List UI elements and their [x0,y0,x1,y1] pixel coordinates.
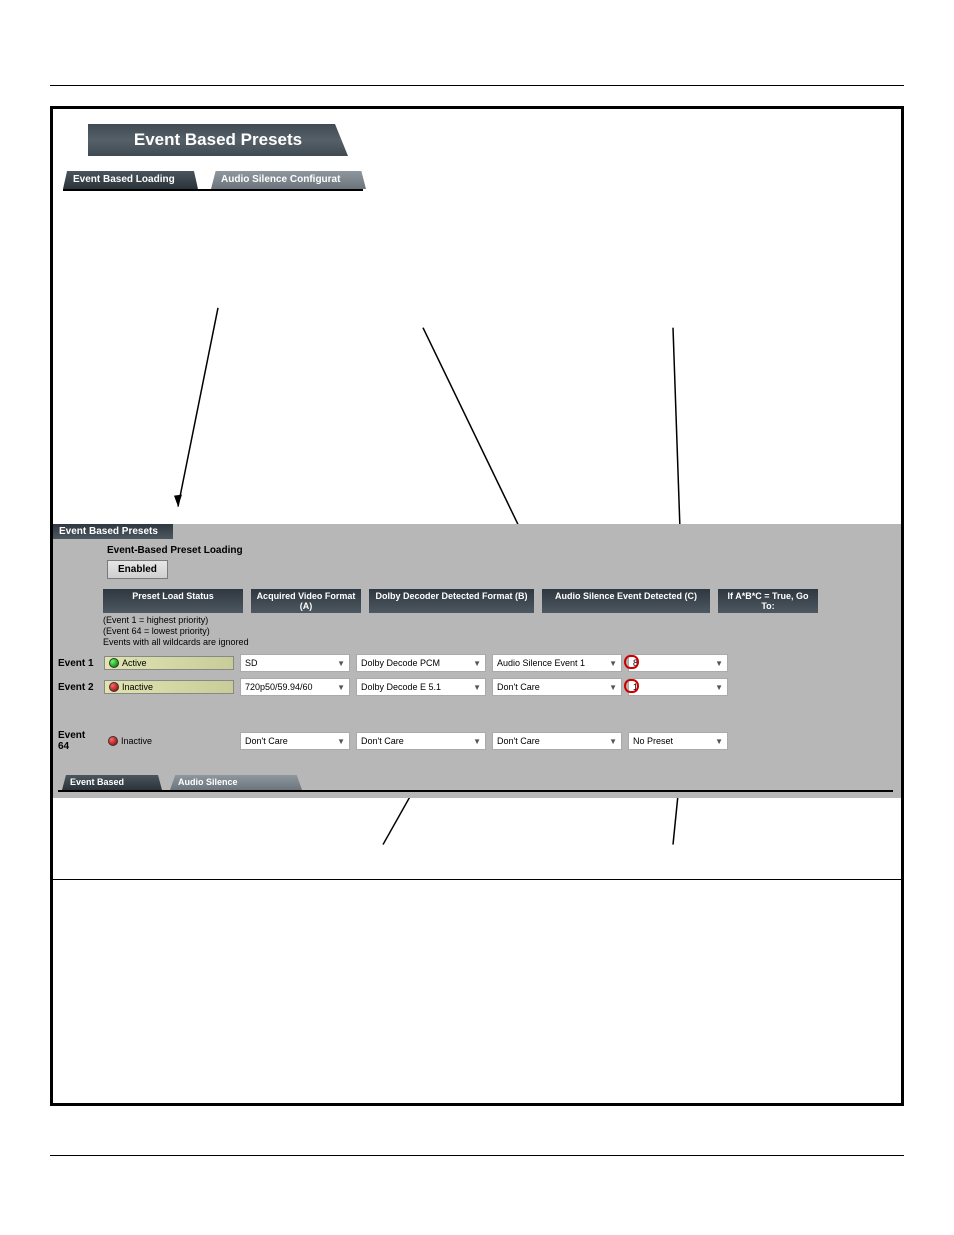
event-based-panel: Event Based Presets Event-Based Preset L… [53,524,901,798]
dd-b-text-64: Don't Care [361,736,404,746]
chevron-down-icon: ▼ [715,737,723,746]
label-event-2: Event 2 [58,682,98,693]
tab2-audio-silence-config[interactable]: Audio Silence Configuration [170,775,302,790]
led-red-icon [109,682,119,692]
dd-go-event-1[interactable]: 8 ▼ [628,654,728,672]
tab-event-based-loading[interactable]: Event Based Loading [63,171,198,189]
dd-c-event-64[interactable]: Don't Care ▼ [492,732,622,750]
chevron-down-icon: ▼ [715,659,723,668]
chevron-down-icon: ▼ [473,659,481,668]
chevron-down-icon: ▼ [473,737,481,746]
led-red-icon [108,736,118,746]
dd-c-text-1: Audio Silence Event 1 [497,658,585,668]
led-green-icon [109,658,119,668]
tabstrip-bottom: Event Based Loading Audio Silence Config… [58,772,893,792]
dd-a-text-1: SD [245,658,258,668]
dd-b-event-1[interactable]: Dolby Decode PCM ▼ [356,654,486,672]
enabled-button[interactable]: Enabled [107,560,168,579]
hdr-go-to: If A*B*C = True, Go To: [718,589,818,613]
note-1: (Event 1 = highest priority) [103,615,893,626]
footer-rule [50,1155,904,1156]
dd-a-text-64: Don't Care [245,736,288,746]
priority-notes: (Event 1 = highest priority) (Event 64 =… [103,615,893,648]
mid-divider [53,879,901,880]
label-event-1: Event 1 [58,658,98,669]
chevron-down-icon: ▼ [337,683,345,692]
dd-b-event-2[interactable]: Dolby Decode E 5.1 ▼ [356,678,486,696]
example-box: Event Based Presets Event Based Loading … [50,106,904,1106]
dd-c-text-64: Don't Care [497,736,540,746]
dd-a-event-64[interactable]: Don't Care ▼ [240,732,350,750]
hdr-audio-silence: Audio Silence Event Detected (C) [542,589,710,613]
hdr-acquired-video: Acquired Video Format (A) [251,589,361,613]
hdr-dolby-detected: Dolby Decoder Detected Format (B) [369,589,534,613]
chevron-down-icon: ▼ [609,683,617,692]
row-event-64: Event 64 Inactive Don't Care ▼ Don't Car… [58,730,893,752]
chevron-down-icon: ▼ [337,659,345,668]
hdr-preset-load-status: Preset Load Status [103,589,243,613]
note-3: Events with all wildcards are ignored [103,637,893,648]
panel-title: Event Based Presets [53,524,173,539]
dd-b-event-64[interactable]: Don't Care ▼ [356,732,486,750]
header-rule [50,85,904,86]
dd-c-text-2: Don't Care [497,682,540,692]
title-chip: Event Based Presets [88,124,348,156]
dd-b-text-2: Dolby Decode E 5.1 [361,682,441,692]
chevron-down-icon: ▼ [337,737,345,746]
tab2-event-based-loading[interactable]: Event Based Loading [62,775,162,790]
dd-b-text-1: Dolby Decode PCM [361,658,440,668]
row-event-1: Event 1 Active SD ▼ Dolby Decode PCM ▼ [58,654,893,672]
status-event-1: Active [104,656,234,670]
dd-a-text-2: 720p50/59.94/60 [245,682,313,692]
chevron-down-icon: ▼ [473,683,481,692]
dd-c-event-1[interactable]: Audio Silence Event 1 ▼ [492,654,622,672]
dd-c-event-2[interactable]: Don't Care ▼ [492,678,622,696]
dd-go-event-2[interactable]: 1 ▼ [628,678,728,696]
status-event-2: Inactive [104,680,234,694]
callout-oval-1 [624,679,639,693]
dd-go-text-64: No Preset [633,736,673,746]
dd-go-event-64[interactable]: No Preset ▼ [628,732,728,750]
dd-a-event-2[interactable]: 720p50/59.94/60 ▼ [240,678,350,696]
callout-oval-8 [624,655,639,669]
chevron-down-icon: ▼ [609,737,617,746]
document-page: Event Based Presets Event Based Loading … [0,0,954,1235]
tab-audio-silence-config[interactable]: Audio Silence Configurat [211,171,366,189]
preset-loading-label: Event-Based Preset Loading [107,545,893,556]
tabstrip-top: Event Based Loading Audio Silence Config… [63,169,363,191]
note-2: (Event 64 = lowest priority) [103,626,893,637]
status-text-1: Active [122,658,147,668]
status-text-64: Inactive [121,736,152,746]
column-headers: Preset Load Status Acquired Video Format… [103,589,893,613]
chevron-down-icon: ▼ [609,659,617,668]
status-text-2: Inactive [122,682,153,692]
dd-a-event-1[interactable]: SD ▼ [240,654,350,672]
label-event-64: Event 64 [58,730,98,752]
chevron-down-icon: ▼ [715,683,723,692]
row-event-2: Event 2 Inactive 720p50/59.94/60 ▼ Dolby… [58,678,893,696]
status-event-64: Inactive [104,735,234,747]
